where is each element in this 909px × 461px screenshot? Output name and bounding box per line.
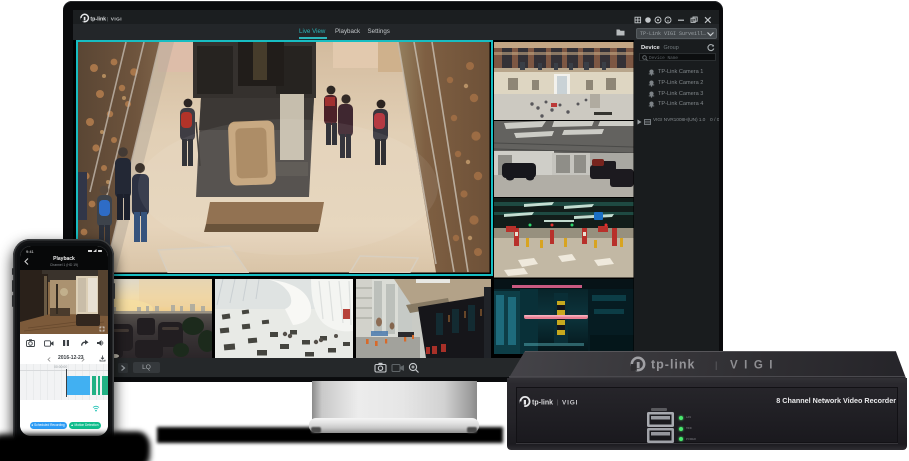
svg-text:tp-link: tp-link	[651, 358, 696, 372]
svg-text:tp-link: tp-link	[90, 16, 106, 22]
svg-text:|: |	[715, 360, 717, 370]
svg-text:VIGI: VIGI	[111, 16, 122, 22]
svg-text:tp-link: tp-link	[532, 400, 553, 407]
svg-text:|: |	[107, 16, 108, 22]
svg-text:VIGI: VIGI	[562, 400, 578, 407]
svg-text:|: |	[557, 400, 559, 406]
svg-text:VIGI: VIGI	[730, 360, 779, 372]
